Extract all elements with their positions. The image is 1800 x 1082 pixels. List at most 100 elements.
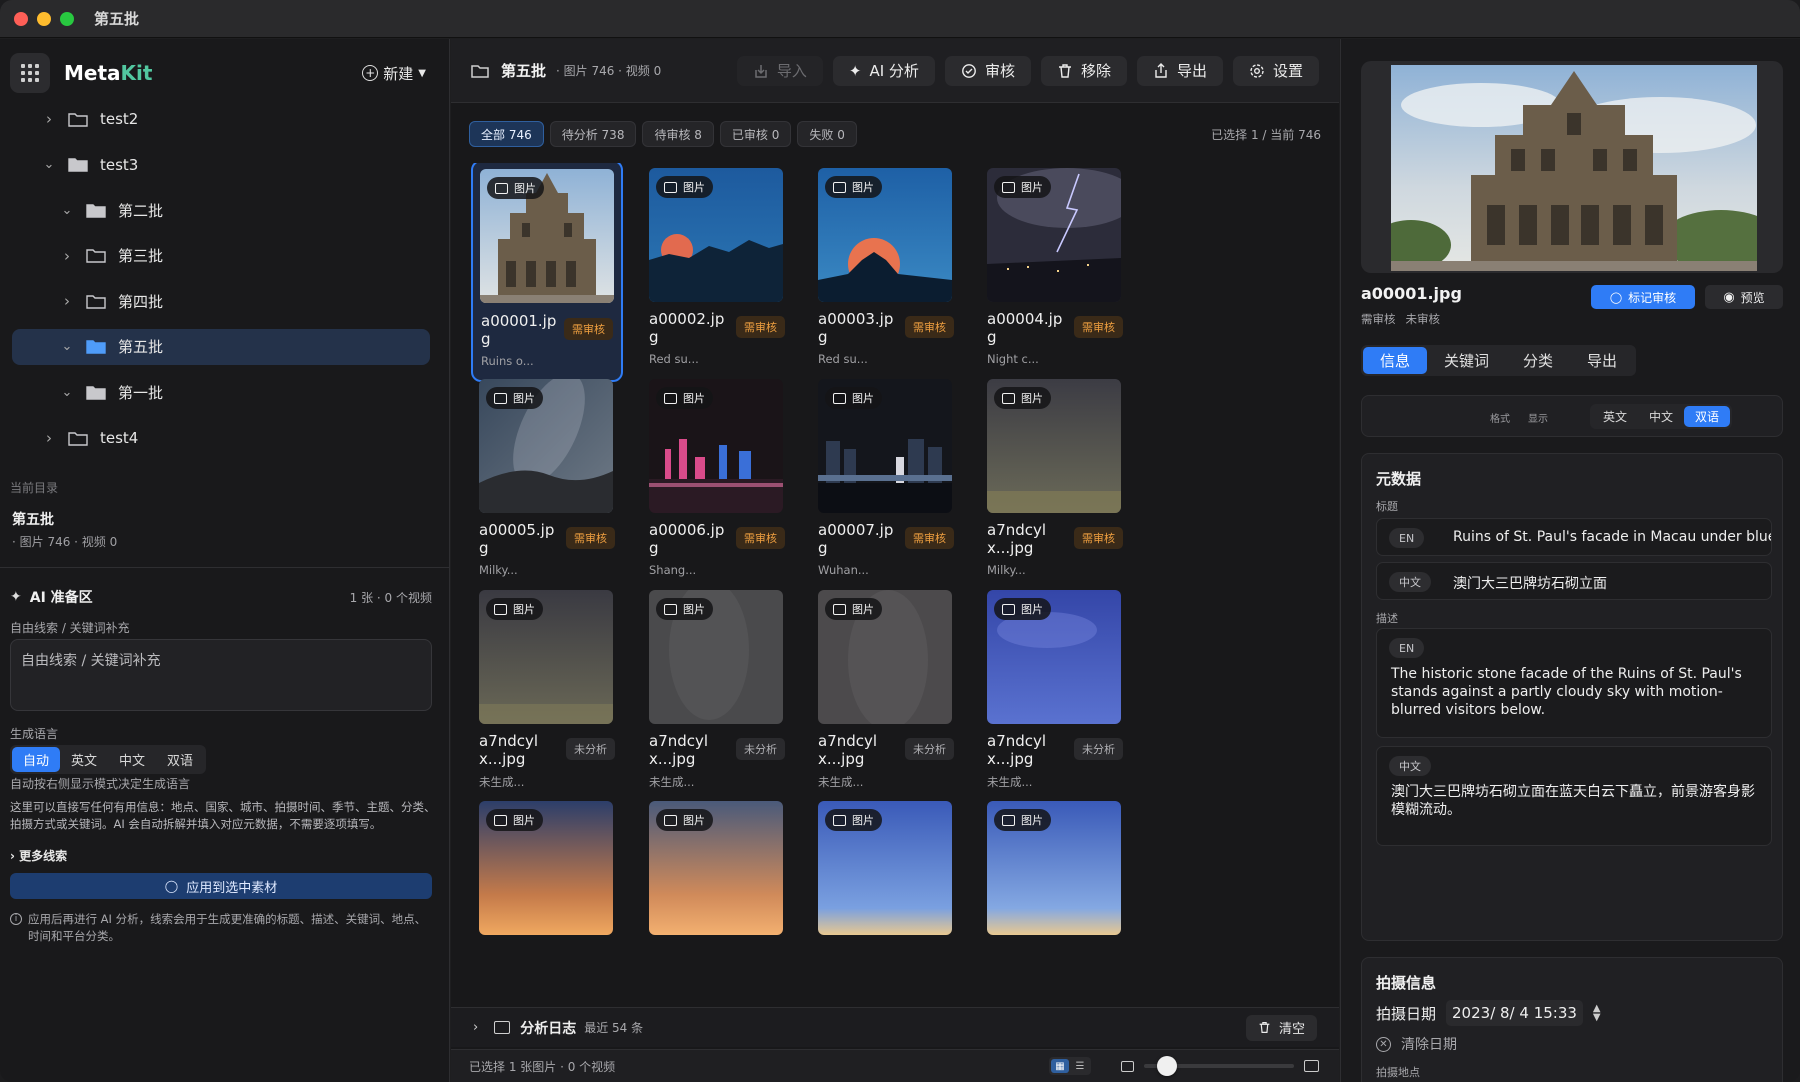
remove-button[interactable]: 移除 bbox=[1040, 55, 1127, 86]
detail-panel: a00001.jpg 需审核 未审核 ◯ 标记审核 ◉ 预览 信息 关键词 分类 导出… bbox=[1340, 39, 1800, 1082]
asset-card[interactable]: 图片 a00001.jpg Ruins o... 需审核 bbox=[471, 163, 623, 382]
ai-analyze-button[interactable]: ✦ AI 分析 bbox=[832, 55, 935, 86]
clear-log-button[interactable]: 清空 bbox=[1245, 1014, 1317, 1041]
date-input[interactable]: 2023/ 8/ 4 15:33 bbox=[1446, 1000, 1583, 1026]
chevron-down-icon[interactable]: ⌄ bbox=[42, 157, 56, 172]
apply-to-selected-button[interactable]: ◯ 应用到选中素材 bbox=[10, 873, 432, 899]
tree-item[interactable]: ⌄ 第五批 bbox=[12, 328, 430, 365]
date-stepper[interactable]: ▲ ▼ bbox=[1593, 1004, 1601, 1023]
asset-card[interactable]: 图片 a00007.jpg Wuhan... 需审核 bbox=[810, 371, 962, 593]
preview-image[interactable] bbox=[1391, 65, 1757, 271]
minimize-window-button[interactable] bbox=[37, 11, 51, 26]
asset-card[interactable]: 图片 a7ndcylx...jpg Milky... 需审核 bbox=[979, 371, 1131, 593]
asset-card[interactable]: 图片 a7ndcylx...jpg 未生成... 未分析 bbox=[471, 582, 623, 804]
asset-thumbnail[interactable]: 图片 bbox=[649, 379, 783, 513]
asset-thumbnail[interactable]: 图片 bbox=[479, 801, 613, 935]
asset-card[interactable]: 图片 a7ndcylx...jpg 未生成... 未分析 bbox=[979, 582, 1131, 804]
desc-zh-field[interactable]: 中文 澳门大三巴牌坊石砌立面在蓝天白云下矗立，前景游客身影模糊流动。 bbox=[1376, 746, 1772, 846]
zoom-slider-knob[interactable] bbox=[1157, 1056, 1177, 1076]
import-button[interactable]: 导入 bbox=[736, 55, 823, 86]
tree-item[interactable]: ⌄ 第一批 bbox=[12, 375, 430, 411]
gen-lang-option[interactable]: 英文 bbox=[60, 747, 108, 772]
asset-card[interactable]: 图片 bbox=[979, 793, 1131, 1015]
detail-tab[interactable]: 信息 bbox=[1363, 347, 1428, 374]
asset-thumbnail[interactable]: 图片 bbox=[818, 590, 952, 724]
asset-thumbnail[interactable]: 图片 bbox=[479, 379, 613, 513]
tree-item[interactable]: ⌄ test3 bbox=[12, 147, 430, 183]
close-window-button[interactable] bbox=[14, 11, 28, 26]
asset-thumbnail[interactable]: 图片 bbox=[818, 168, 952, 302]
gen-lang-option[interactable]: 中文 bbox=[108, 747, 156, 772]
grid-icon bbox=[21, 64, 39, 82]
asset-thumbnail[interactable]: 图片 bbox=[649, 801, 783, 935]
export-button[interactable]: 导出 bbox=[1136, 55, 1223, 86]
more-clues-toggle[interactable]: › 更多线索 bbox=[10, 847, 67, 864]
asset-card[interactable]: 图片 bbox=[810, 793, 962, 1015]
new-button[interactable]: + 新建 ▼ bbox=[362, 63, 426, 84]
chevron-right-icon[interactable]: › bbox=[60, 292, 74, 310]
tree-item[interactable]: › 第四批 bbox=[12, 283, 430, 319]
asset-thumbnail[interactable]: 图片 bbox=[987, 168, 1121, 302]
asset-thumbnail[interactable]: 图片 bbox=[987, 801, 1121, 935]
settings-button[interactable]: 设置 bbox=[1232, 55, 1319, 86]
chevron-down-icon[interactable]: ⌄ bbox=[60, 385, 74, 400]
apps-grid-button[interactable] bbox=[10, 53, 50, 93]
display-lang-option[interactable]: 双语 bbox=[1684, 406, 1731, 427]
asset-card[interactable]: 图片 a00002.jpg Red su... 需审核 bbox=[641, 163, 793, 382]
tree-item-label: 第一批 bbox=[118, 384, 164, 403]
clue-input[interactable]: 自由线索 / 关键词补充 bbox=[10, 639, 432, 711]
filter-chip[interactable]: 待审核 8 bbox=[642, 121, 714, 147]
asset-thumbnail[interactable]: 图片 bbox=[479, 590, 613, 724]
tree-item[interactable]: › test2 bbox=[12, 101, 430, 137]
title-en-field[interactable]: EN Ruins of St. Paul's facade in Macau u… bbox=[1376, 518, 1772, 556]
display-lang-option[interactable]: 中文 bbox=[1638, 406, 1684, 427]
review-button[interactable]: 审核 bbox=[944, 55, 1031, 86]
asset-thumbnail[interactable]: 图片 bbox=[649, 590, 783, 724]
zoom-slider[interactable] bbox=[1144, 1056, 1294, 1076]
filter-chip[interactable]: 待分析 738 bbox=[549, 121, 637, 147]
type-badge: 图片 bbox=[994, 809, 1051, 831]
asset-card[interactable]: 图片 a00006.jpg Shang... 需审核 bbox=[641, 371, 793, 593]
preview-button[interactable]: ◉ 预览 bbox=[1705, 285, 1783, 309]
gen-lang-option[interactable]: 双语 bbox=[156, 747, 204, 772]
asset-thumbnail[interactable]: 图片 bbox=[480, 169, 614, 303]
detail-tab[interactable]: 导出 bbox=[1570, 347, 1634, 374]
asset-card[interactable]: 图片 a00005.jpg Milky... 需审核 bbox=[471, 371, 623, 593]
asset-card[interactable]: 图片 bbox=[641, 793, 793, 1015]
clear-date-button[interactable]: ✕ 清除日期 bbox=[1376, 1034, 1457, 1054]
filter-chip[interactable]: 失败 0 bbox=[797, 121, 857, 147]
asset-thumbnail[interactable]: 图片 bbox=[649, 168, 783, 302]
title-zh-field[interactable]: 中文 澳门大三巴牌坊石砌立面 bbox=[1376, 562, 1772, 600]
zoom-window-button[interactable] bbox=[60, 11, 74, 26]
filter-chip[interactable]: 已审核 0 bbox=[719, 121, 792, 147]
chevron-down-icon[interactable]: ⌄ bbox=[60, 203, 74, 218]
detail-tab[interactable]: 分类 bbox=[1506, 347, 1570, 374]
asset-thumbnail[interactable]: 图片 bbox=[818, 801, 952, 935]
display-lang-option[interactable]: 英文 bbox=[1592, 406, 1638, 427]
analysis-log-bar[interactable]: › 分析日志 最近 54 条 清空 bbox=[451, 1007, 1339, 1047]
asset-thumbnail[interactable]: 图片 bbox=[987, 379, 1121, 513]
tree-item[interactable]: › test4 bbox=[12, 420, 430, 456]
chevron-right-icon[interactable]: › bbox=[60, 247, 74, 265]
asset-thumbnail[interactable]: 图片 bbox=[818, 379, 952, 513]
asset-card[interactable]: 图片 a00004.jpg Night c... 需审核 bbox=[979, 163, 1131, 382]
asset-card[interactable]: 图片 a00003.jpg Red su... 需审核 bbox=[810, 163, 962, 382]
chevron-right-icon[interactable]: › bbox=[42, 429, 56, 447]
image-icon bbox=[833, 392, 846, 404]
asset-card[interactable]: 图片 bbox=[471, 793, 623, 1015]
asset-card[interactable]: 图片 a7ndcylx...jpg 未生成... 未分析 bbox=[810, 582, 962, 804]
asset-card[interactable]: 图片 a7ndcylx...jpg 未生成... 未分析 bbox=[641, 582, 793, 804]
chevron-right-icon[interactable]: › bbox=[42, 110, 56, 128]
filter-chip[interactable]: 全部 746 bbox=[469, 121, 544, 147]
asset-thumbnail[interactable]: 图片 bbox=[987, 590, 1121, 724]
shooting-info-title: 拍摄信息 bbox=[1376, 974, 1437, 992]
grid-view-button[interactable]: ▦ bbox=[1051, 1059, 1069, 1073]
gen-lang-option[interactable]: 自动 bbox=[12, 747, 61, 772]
chevron-down-icon[interactable]: ⌄ bbox=[60, 339, 74, 354]
tree-item[interactable]: › 第三批 bbox=[12, 238, 430, 274]
detail-tab[interactable]: 关键词 bbox=[1427, 347, 1506, 374]
tree-item[interactable]: ⌄ 第二批 bbox=[12, 192, 430, 228]
mark-review-button[interactable]: ◯ 标记审核 bbox=[1591, 285, 1695, 309]
list-view-button[interactable]: ☰ bbox=[1071, 1059, 1089, 1073]
desc-en-field[interactable]: EN The historic stone facade of the Ruin… bbox=[1376, 628, 1772, 738]
